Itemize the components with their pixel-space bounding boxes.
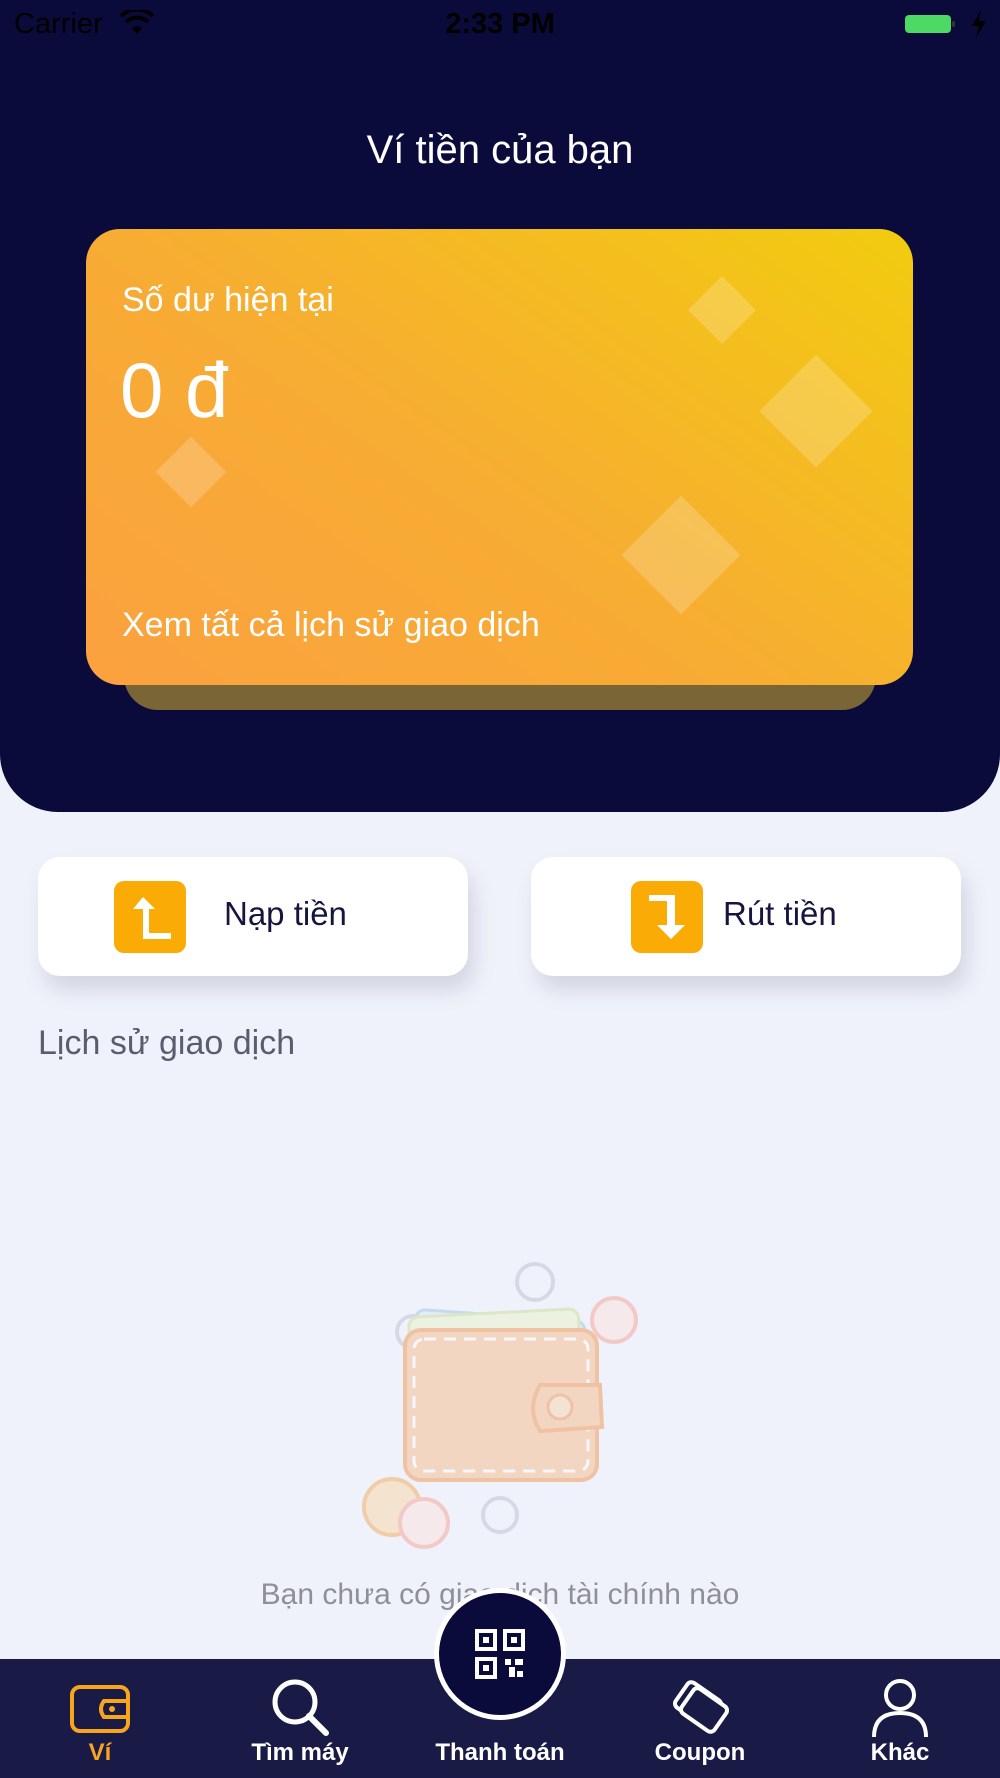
nav-label: Khác — [870, 1739, 930, 1766]
wallet-screen: Carrier 2:33 PM Ví tiền của bạn Số dư hi… — [0, 0, 1000, 1778]
nav-item-coupon[interactable]: Coupon — [600, 1659, 800, 1778]
balance-amount: 0 đ — [120, 346, 229, 434]
deposit-icon — [114, 881, 186, 953]
status-time: 2:33 PM — [445, 8, 555, 40]
balance-card: Số dư hiện tại 0 đ Xem tất cả lịch sử gi… — [86, 229, 913, 685]
nav-label: Tìm máy — [251, 1739, 349, 1766]
decor-diamond — [621, 495, 741, 615]
withdraw-button[interactable]: Rút tiền — [531, 857, 961, 976]
balance-label: Số dư hiện tại — [122, 281, 334, 319]
deposit-button[interactable]: Nạp tiền — [38, 857, 468, 976]
nav-label: Coupon — [654, 1739, 746, 1766]
search-icon — [272, 1679, 329, 1736]
coupon-icon — [672, 1680, 730, 1734]
status-bar: Carrier 2:33 PM — [0, 0, 1000, 50]
qr-payment-button[interactable] — [434, 1588, 566, 1720]
wallet-icon — [70, 1685, 130, 1733]
view-all-history-link[interactable]: Xem tất cả lịch sử giao dịch — [122, 606, 540, 645]
nav-item-find-machine[interactable]: Tìm máy — [200, 1659, 400, 1778]
user-icon — [872, 1679, 928, 1738]
nav-label: Ví — [88, 1739, 112, 1766]
transaction-history-title: Lịch sử giao dịch — [38, 1024, 296, 1062]
withdraw-label: Rút tiền — [723, 895, 837, 932]
deposit-label: Nạp tiền — [224, 895, 347, 932]
withdraw-icon — [631, 881, 703, 953]
decor-diamond — [155, 436, 227, 508]
decor-diamond — [688, 276, 756, 344]
nav-item-wallet[interactable]: Ví — [0, 1659, 200, 1778]
qr-code-icon — [475, 1629, 525, 1679]
charging-icon — [972, 10, 986, 38]
nav-label: Thanh toán — [435, 1739, 565, 1766]
battery-icon — [905, 15, 955, 33]
decor-diamond — [759, 354, 873, 468]
page-title: Ví tiền của bạn — [366, 128, 634, 172]
empty-wallet-illustration — [362, 1262, 638, 1549]
nav-item-other[interactable]: Khác — [800, 1659, 1000, 1778]
header: Carrier 2:33 PM Ví tiền của bạn Số dư hi… — [0, 0, 1000, 812]
